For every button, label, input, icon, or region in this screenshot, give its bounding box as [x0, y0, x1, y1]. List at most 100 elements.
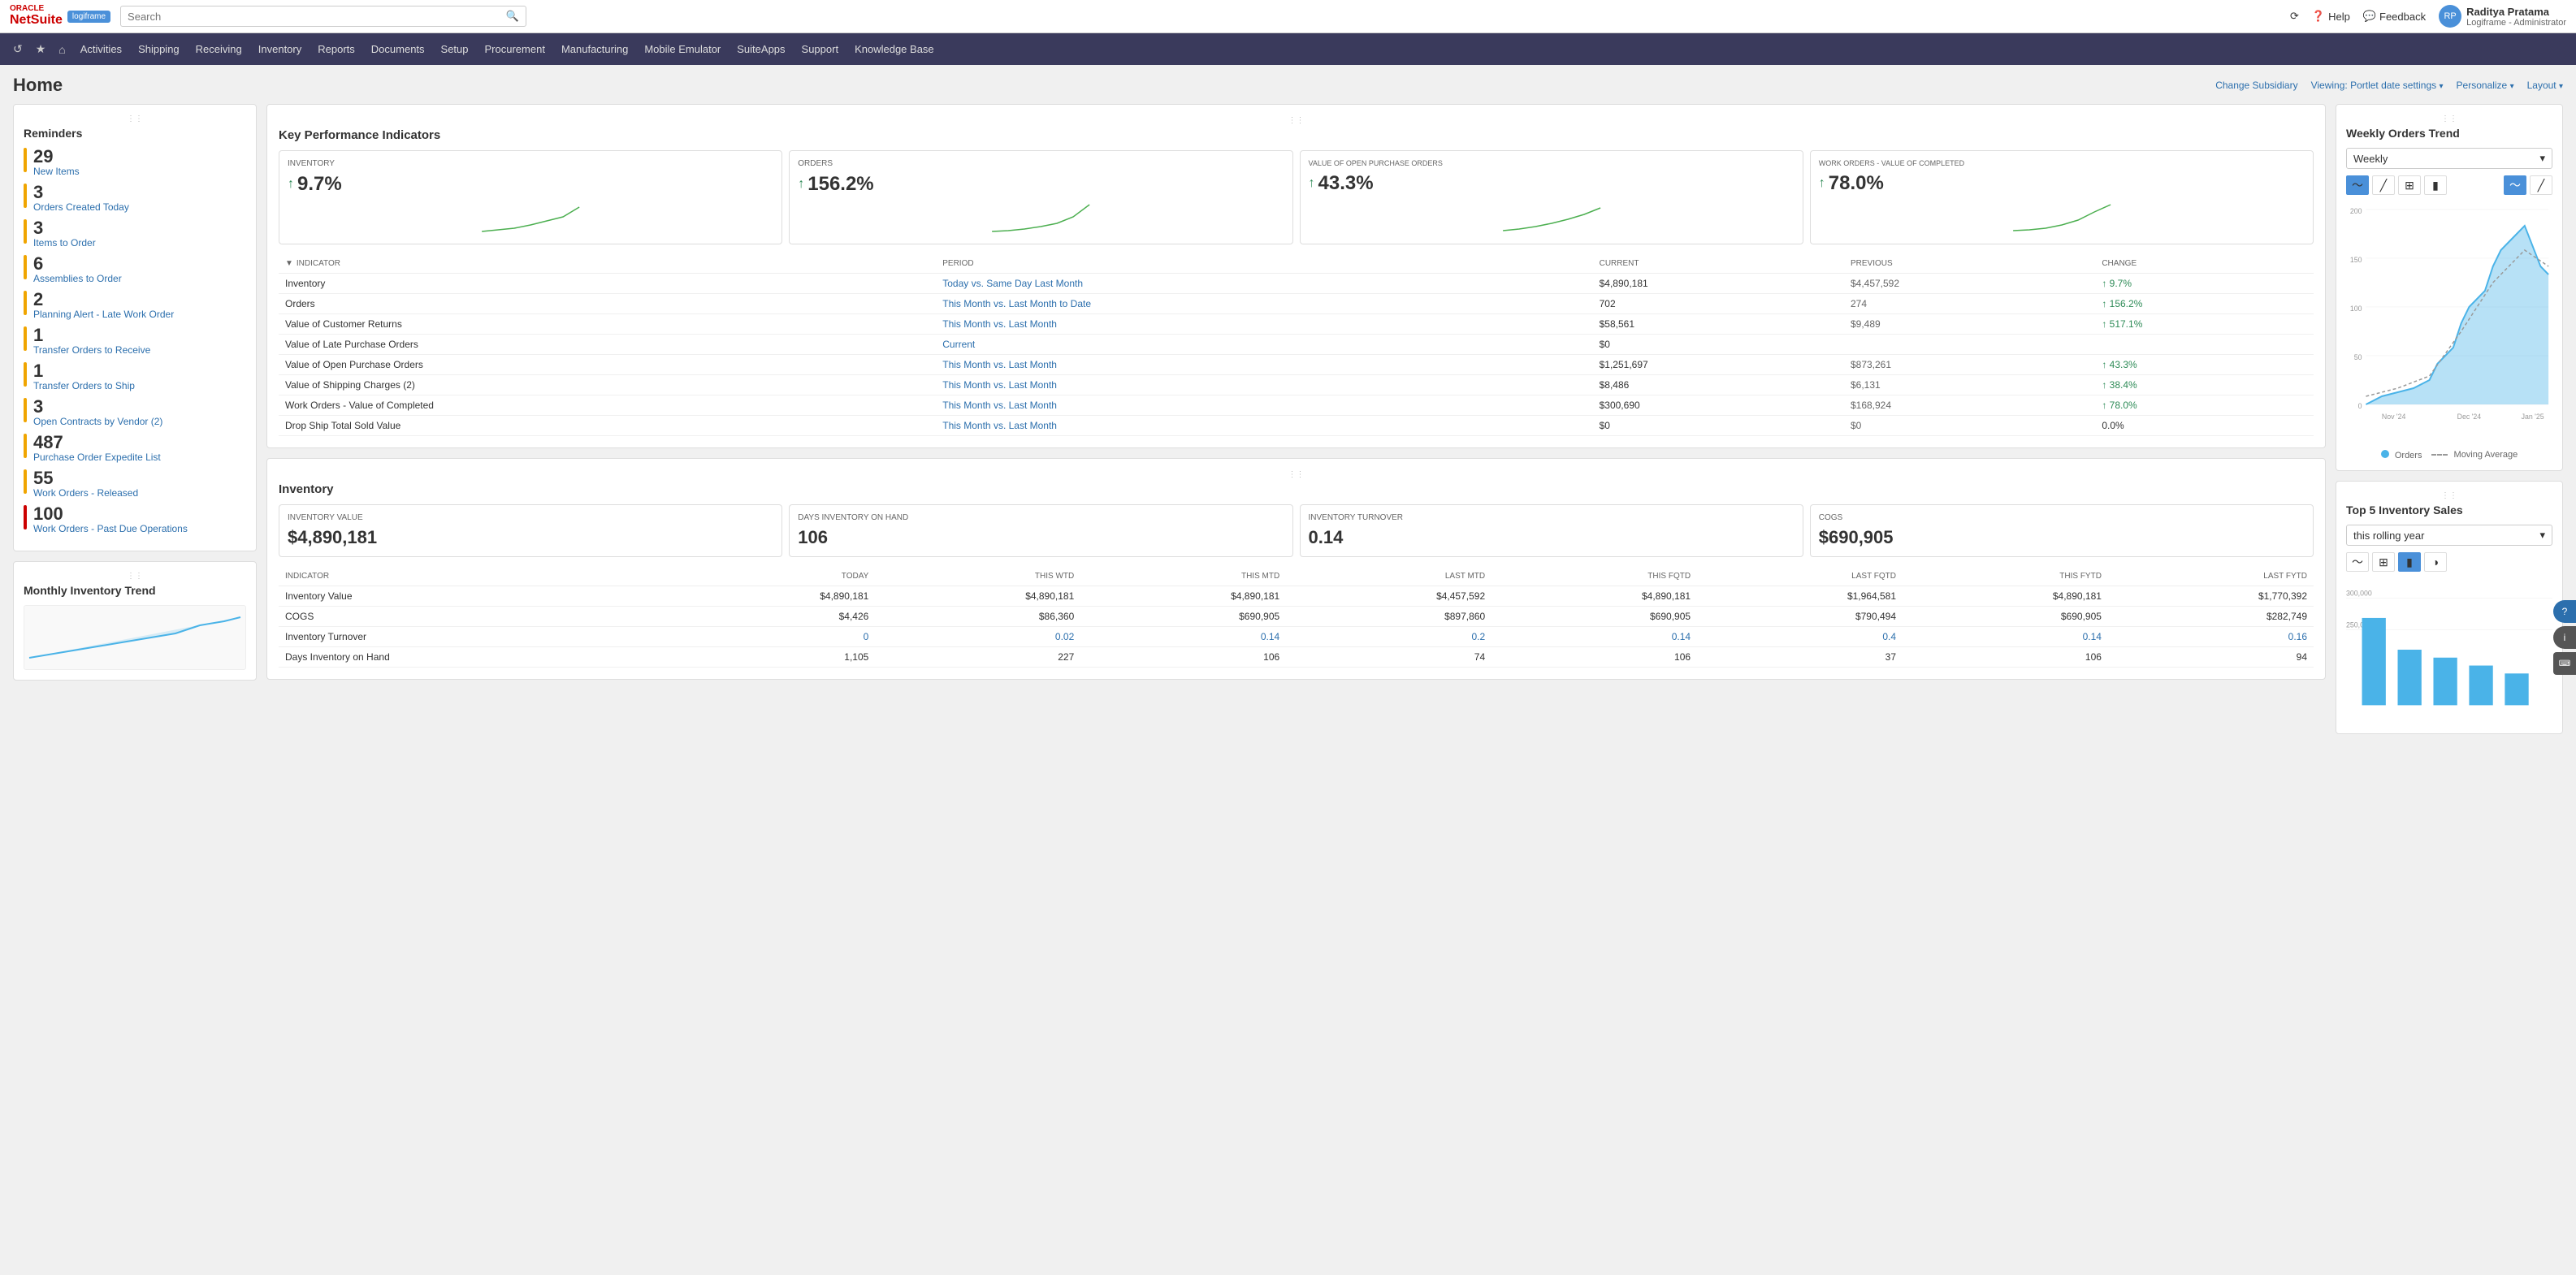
reminder-label[interactable]: Work Orders - Released [33, 487, 138, 499]
bar-4[interactable] [2469, 666, 2492, 706]
reminder-label[interactable]: Purchase Order Expedite List [33, 452, 161, 463]
bar-3[interactable] [2433, 658, 2457, 706]
top5-area-icon[interactable]: 〜 [2346, 552, 2369, 572]
inv-cell-link[interactable]: 0 [669, 627, 875, 647]
inv-cell-link[interactable]: 0.02 [875, 627, 1080, 647]
reminder-label[interactable]: Work Orders - Past Due Operations [33, 523, 188, 534]
nav-shipping[interactable]: Shipping [130, 33, 188, 65]
reminder-label[interactable]: Planning Alert - Late Work Order [33, 309, 174, 320]
search-input[interactable] [128, 11, 506, 23]
drag-handle-monthly[interactable]: ⋮⋮ [24, 572, 246, 581]
list-item: 55 Work Orders - Released [24, 469, 246, 499]
search-bar[interactable]: 🔍 [120, 6, 526, 27]
nav-home-icon[interactable]: ⌂ [52, 35, 71, 64]
keys-float-btn[interactable]: ⌨ [2553, 652, 2576, 675]
inv-cell-link[interactable]: 0.4 [1697, 627, 1903, 647]
kpi-period-cell[interactable]: This Month vs. Last Month [936, 314, 1592, 335]
up-arrow-icon: ↑ [798, 177, 804, 192]
nav-reports[interactable]: Reports [310, 33, 363, 65]
nav-setup[interactable]: Setup [433, 33, 477, 65]
reminder-label[interactable]: Open Contracts by Vendor (2) [33, 416, 162, 427]
grid-chart-icon[interactable]: ⊞ [2398, 175, 2421, 195]
nav-activities[interactable]: Activities [72, 33, 130, 65]
nav-knowledge-base[interactable]: Knowledge Base [846, 33, 942, 65]
kpi-period-cell[interactable]: This Month vs. Last Month [936, 416, 1592, 436]
inv-cell-link[interactable]: 0.14 [1491, 627, 1697, 647]
area-chart-icon[interactable]: 〜 [2346, 175, 2369, 195]
line-chart-icon2[interactable]: ╱ [2530, 175, 2552, 195]
nav-documents[interactable]: Documents [363, 33, 433, 65]
kpi-period-cell[interactable]: This Month vs. Last Month [936, 375, 1592, 395]
feedback-button[interactable]: 💬 Feedback [2363, 10, 2426, 23]
nav-support[interactable]: Support [794, 33, 847, 65]
line-chart-icon[interactable]: ╱ [2372, 175, 2395, 195]
personalize-btn[interactable]: Personalize ▾ [2457, 80, 2514, 91]
collapse-icon[interactable]: ▼ [285, 259, 293, 268]
help-float-btn[interactable]: ? [2553, 600, 2576, 623]
nav-mobile-emulator[interactable]: Mobile Emulator [636, 33, 729, 65]
layout-dropdown-icon: ▾ [2559, 82, 2563, 91]
reminder-label[interactable]: Transfer Orders to Receive [33, 344, 150, 356]
reminder-label[interactable]: Items to Order [33, 237, 96, 249]
list-item: 29 New Items [24, 148, 246, 177]
nav-manufacturing[interactable]: Manufacturing [553, 33, 636, 65]
help-button[interactable]: ❓ Help [2312, 10, 2350, 23]
kpi-period-cell[interactable]: Today vs. Same Day Last Month [936, 274, 1592, 294]
left-column: ⋮⋮ Reminders 29 New Items 3 O [13, 104, 257, 734]
reminder-label[interactable]: Assemblies to Order [33, 273, 122, 284]
bar-chart-icon[interactable]: ▮ [2424, 175, 2447, 195]
main-grid: ⋮⋮ Reminders 29 New Items 3 O [13, 104, 2563, 734]
change-subsidiary-btn[interactable]: Change Subsidiary [2215, 80, 2297, 91]
history-button[interactable]: ⟳ [2290, 10, 2299, 23]
nav-back-icon[interactable]: ↺ [6, 34, 29, 64]
top5-grid-icon[interactable]: ⊞ [2372, 552, 2395, 572]
kpi-period-cell[interactable]: This Month vs. Last Month [936, 395, 1592, 416]
reminder-label[interactable]: Transfer Orders to Ship [33, 380, 135, 391]
inv-cell-link[interactable]: 0.16 [2108, 627, 2314, 647]
kpi-period-cell[interactable]: This Month vs. Last Month to Date [936, 294, 1592, 314]
kpi-change-cell [2095, 335, 2314, 355]
kpi-period-cell[interactable]: This Month vs. Last Month [936, 355, 1592, 375]
nav-star-icon[interactable]: ★ [29, 34, 53, 64]
nav-suiteapps[interactable]: SuiteApps [729, 33, 793, 65]
nav-procurement[interactable]: Procurement [477, 33, 553, 65]
layout-btn[interactable]: Layout ▾ [2527, 80, 2563, 91]
kpi-card: ⋮⋮ Key Performance Indicators INVENTORY … [266, 104, 2326, 448]
moving-avg-legend-line [2431, 454, 2448, 456]
top5-pie-icon[interactable]: ◑ [2424, 552, 2447, 572]
area-chart-icon2[interactable]: 〜 [2504, 175, 2526, 195]
kpi-change-cell: ↑ 9.7% [2095, 274, 2314, 294]
nav-receiving[interactable]: Receiving [188, 33, 250, 65]
inv-cell: $690,905 [1080, 607, 1286, 627]
inv-cell-link[interactable]: 0.14 [1080, 627, 1286, 647]
table-row: Value of Shipping Charges (2) This Month… [279, 375, 2314, 395]
sparkline-workorders [1819, 200, 2305, 232]
portlet-date-btn[interactable]: Viewing: Portlet date settings ▾ [2311, 80, 2444, 91]
inv-cell-link[interactable]: 0.14 [1903, 627, 2108, 647]
drag-handle-reminders[interactable]: ⋮⋮ [24, 115, 246, 123]
bar-5[interactable] [2505, 673, 2528, 705]
kpi-prev-cell: $6,131 [1844, 375, 2095, 395]
nav-inventory[interactable]: Inventory [250, 33, 310, 65]
kpi-period-cell[interactable]: Current [936, 335, 1592, 355]
reminder-label[interactable]: Orders Created Today [33, 201, 129, 213]
weekly-dropdown[interactable]: Weekly ▾ [2346, 148, 2552, 169]
search-icon[interactable]: 🔍 [506, 10, 519, 23]
drag-handle-inventory[interactable]: ⋮⋮ [279, 470, 2314, 479]
reminder-count: 3 [33, 398, 162, 416]
bar-1[interactable] [2362, 618, 2386, 705]
reminder-label[interactable]: New Items [33, 166, 80, 177]
orders-legend-dot [2381, 450, 2389, 458]
drag-handle-top5[interactable]: ⋮⋮ [2346, 491, 2552, 500]
drag-handle-weekly[interactable]: ⋮⋮ [2346, 115, 2552, 123]
drag-handle-kpi[interactable]: ⋮⋮ [279, 116, 2314, 125]
inv-tile-turnover: INVENTORY TURNOVER 0.14 [1300, 504, 1803, 557]
top5-bar-icon[interactable]: ▮ [2398, 552, 2421, 572]
inv-cell-link[interactable]: 0.2 [1286, 627, 1491, 647]
top5-dropdown[interactable]: this rolling year ▾ [2346, 525, 2552, 546]
right-column: ⋮⋮ Weekly Orders Trend Weekly ▾ 〜 ╱ ⊞ ▮ … [2336, 104, 2563, 734]
info-float-btn[interactable]: i [2553, 626, 2576, 649]
inv-tile-label: COGS [1819, 513, 2305, 522]
reminder-bar [24, 291, 27, 315]
bar-2[interactable] [2398, 650, 2422, 705]
